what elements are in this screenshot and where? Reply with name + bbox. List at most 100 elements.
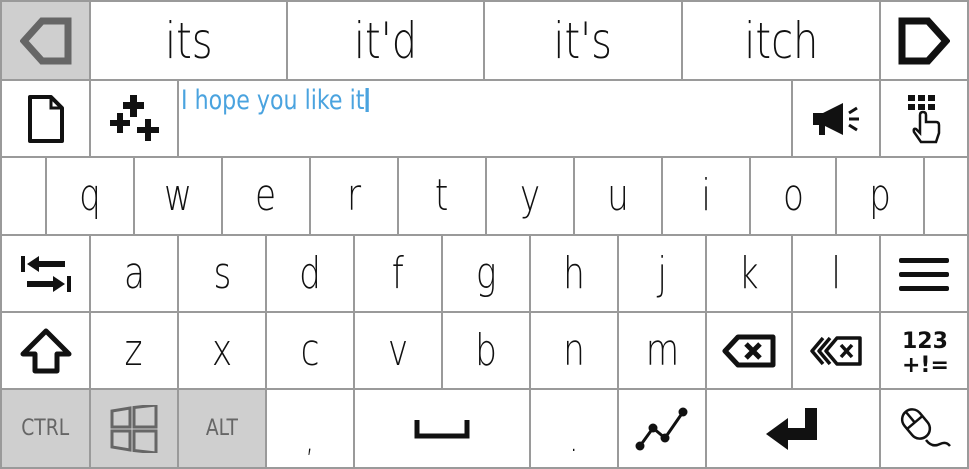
key-label: r xyxy=(346,170,362,221)
key-w[interactable]: w xyxy=(133,156,223,236)
key-label: e xyxy=(255,170,277,221)
enter-key[interactable] xyxy=(705,388,881,469)
tab-button[interactable] xyxy=(0,234,91,313)
key-l[interactable]: l xyxy=(791,234,881,313)
space-key[interactable] xyxy=(353,388,531,469)
add-sparkle-icon xyxy=(108,93,160,145)
text-caret xyxy=(365,88,369,112)
key-label: q xyxy=(79,170,101,221)
key-t[interactable]: t xyxy=(397,156,487,236)
alt-label: ALT xyxy=(205,416,239,441)
numbers-button[interactable]: 123 +!= xyxy=(879,311,969,390)
suggestion-1[interactable]: its xyxy=(89,0,288,81)
shift-icon xyxy=(20,328,72,374)
period-key[interactable]: . xyxy=(529,388,619,469)
key-y[interactable]: y xyxy=(485,156,575,236)
suggestion-2[interactable]: it'd xyxy=(286,0,485,81)
key-label: t xyxy=(435,170,449,221)
numbers-symbols-icon: 123 +!= xyxy=(900,326,948,376)
key-v[interactable]: v xyxy=(353,311,443,390)
key-j[interactable]: j xyxy=(617,234,707,313)
comma-key[interactable]: , xyxy=(265,388,355,469)
key-i[interactable]: i xyxy=(661,156,751,236)
keypad-touch-icon xyxy=(904,93,944,145)
key-g[interactable]: g xyxy=(441,234,531,313)
swipe-button[interactable] xyxy=(617,388,707,469)
key-label: j xyxy=(657,247,667,299)
add-word-button[interactable] xyxy=(89,79,179,158)
key-o[interactable]: o xyxy=(749,156,837,236)
backspace-button[interactable] xyxy=(705,311,793,390)
megaphone-icon xyxy=(809,99,863,139)
ctrl-button[interactable]: CTRL xyxy=(0,388,91,469)
key-label: y xyxy=(519,170,541,221)
key-label: . xyxy=(569,418,579,460)
document-icon xyxy=(26,94,66,144)
key-d[interactable]: d xyxy=(265,234,355,313)
suggestion-3[interactable]: it's xyxy=(483,0,683,81)
key-x[interactable]: x xyxy=(177,311,267,390)
key-label: m xyxy=(645,324,679,376)
key-label: n xyxy=(563,324,585,376)
suggestion-4[interactable]: itch xyxy=(681,0,881,81)
keypad-touch-button[interactable] xyxy=(879,79,969,158)
key-k[interactable]: k xyxy=(705,234,793,313)
key-c[interactable]: c xyxy=(265,311,355,390)
alt-button[interactable]: ALT xyxy=(177,388,267,469)
key-label: c xyxy=(300,324,320,376)
back-arrow-icon xyxy=(19,17,72,65)
suggestion-label: itch xyxy=(743,11,819,70)
key-label: b xyxy=(475,324,497,376)
svg-text:123: 123 xyxy=(902,329,948,354)
spacer-right xyxy=(923,156,969,236)
tab-icon xyxy=(19,252,73,296)
mouse-button[interactable] xyxy=(879,388,969,469)
key-label: , xyxy=(305,418,315,460)
key-f[interactable]: f xyxy=(353,234,443,313)
key-label: w xyxy=(163,170,193,221)
delete-word-button[interactable] xyxy=(791,311,881,390)
document-button[interactable] xyxy=(0,79,91,158)
key-label: u xyxy=(607,170,629,221)
key-a[interactable]: a xyxy=(89,234,179,313)
menu-icon xyxy=(899,256,949,292)
suggestion-label: its xyxy=(164,11,213,70)
key-h[interactable]: h xyxy=(529,234,619,313)
space-icon xyxy=(414,418,470,440)
key-label: z xyxy=(124,324,144,376)
swipe-path-icon xyxy=(635,406,689,452)
key-u[interactable]: u xyxy=(573,156,663,236)
windows-button[interactable] xyxy=(89,388,179,469)
enter-icon xyxy=(764,406,822,452)
key-b[interactable]: b xyxy=(441,311,531,390)
windows-logo-icon xyxy=(109,404,159,453)
key-m[interactable]: m xyxy=(617,311,707,390)
key-label: s xyxy=(213,247,231,299)
speak-button[interactable] xyxy=(791,79,881,158)
key-label: g xyxy=(475,247,497,299)
back-button[interactable] xyxy=(0,0,91,81)
menu-button[interactable] xyxy=(879,234,969,313)
svg-text:+!=: +!= xyxy=(902,353,948,376)
key-z[interactable]: z xyxy=(89,311,179,390)
forward-arrow-icon xyxy=(898,17,950,65)
shift-button[interactable] xyxy=(0,311,91,390)
key-label: d xyxy=(299,247,321,299)
ctrl-label: CTRL xyxy=(21,416,70,441)
key-e[interactable]: e xyxy=(221,156,311,236)
key-label: p xyxy=(869,170,891,221)
spacer-left xyxy=(0,156,47,236)
key-label: l xyxy=(831,247,841,299)
key-s[interactable]: s xyxy=(177,234,267,313)
text-input-area[interactable]: I hope you like it xyxy=(177,79,793,158)
key-n[interactable]: n xyxy=(529,311,619,390)
key-p[interactable]: p xyxy=(835,156,925,236)
mouse-icon xyxy=(896,402,952,456)
forward-button[interactable] xyxy=(879,0,969,81)
key-label: f xyxy=(391,247,405,299)
key-q[interactable]: q xyxy=(45,156,135,236)
key-label: a xyxy=(123,247,145,299)
key-r[interactable]: r xyxy=(309,156,399,236)
key-label: h xyxy=(563,247,585,299)
key-label: o xyxy=(782,170,804,221)
